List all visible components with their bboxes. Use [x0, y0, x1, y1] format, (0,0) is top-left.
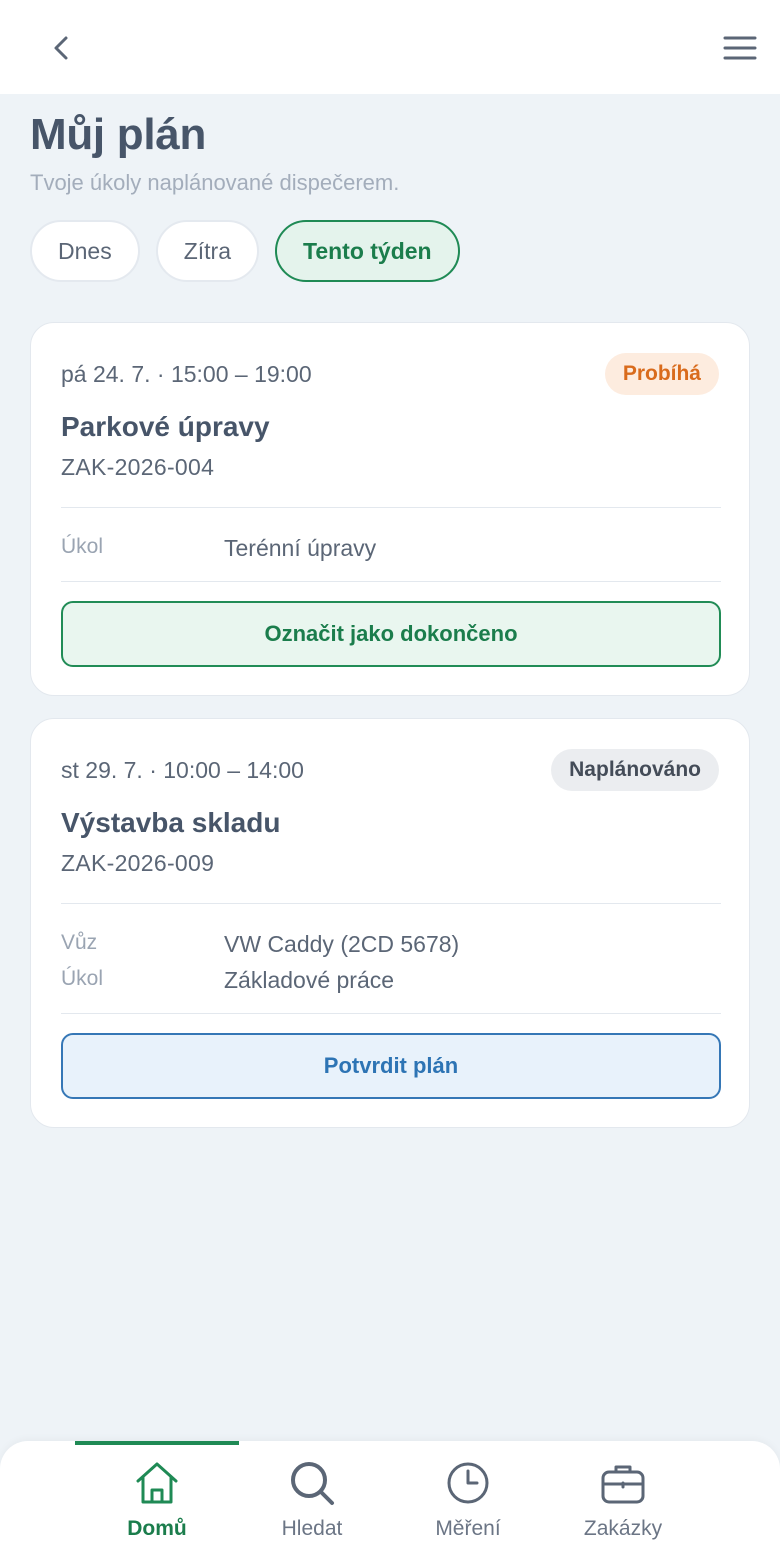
task-title: Výstavba skladu: [61, 807, 281, 838]
back-button[interactable]: [40, 26, 84, 70]
search-icon: [291, 1462, 334, 1505]
chevron-left-icon: [54, 36, 68, 60]
detail-key: Úkol: [61, 967, 104, 990]
nav-label: Hledat: [281, 1517, 343, 1540]
clock-icon: [447, 1462, 489, 1504]
nav-home[interactable]: Domů: [75, 1441, 239, 1560]
filter-today[interactable]: Dnes: [30, 220, 140, 282]
filter-tomorrow[interactable]: Zítra: [155, 220, 259, 282]
page-title: Můj plán: [30, 110, 207, 159]
mark-complete-button[interactable]: Označit jako dokončeno: [61, 601, 721, 667]
nav-measurement[interactable]: Měření: [386, 1441, 550, 1560]
status-badge: Naplánováno: [551, 749, 719, 791]
active-tab-indicator: [75, 1441, 239, 1445]
menu-button[interactable]: [716, 26, 764, 70]
nav-search[interactable]: Hledat: [230, 1441, 394, 1560]
task-code: ZAK-2026-009: [61, 850, 215, 876]
task-code: ZAK-2026-004: [61, 454, 215, 480]
detail-key: Úkol: [61, 535, 104, 558]
date-filter-tabs: Dnes Zítra Tento týden: [30, 220, 460, 282]
nav-label: Měření: [435, 1517, 501, 1540]
status-badge: Probíhá: [604, 353, 719, 395]
top-bar: [0, 0, 780, 94]
task-title: Parkové úpravy: [61, 411, 270, 442]
detail-value: VW Caddy (2CD 5678): [224, 931, 460, 957]
nav-label: Zakázky: [583, 1517, 663, 1540]
divider: [61, 507, 721, 508]
nav-label: Domů: [127, 1517, 187, 1540]
divider: [61, 1013, 721, 1014]
task-time: pá 24. 7. · 15:00 – 19:00: [61, 361, 312, 387]
detail-key: Vůz: [61, 931, 98, 954]
briefcase-icon: [601, 1465, 645, 1504]
divider: [61, 581, 721, 582]
home-icon: [136, 1462, 178, 1504]
nav-orders[interactable]: Zakázky: [541, 1441, 705, 1560]
filter-this-week[interactable]: Tento týden: [274, 220, 460, 282]
task-card: pá 24. 7. · 15:00 – 19:00 Probíhá Parkov…: [30, 322, 750, 696]
task-time: st 29. 7. · 10:00 – 14:00: [61, 757, 304, 783]
hamburger-menu-icon: [723, 36, 757, 60]
divider: [61, 903, 721, 904]
bottom-navigation: Domů Hledat Měření Zakázky: [0, 1441, 780, 1560]
task-card: st 29. 7. · 10:00 – 14:00 Naplánováno Vý…: [30, 718, 750, 1128]
confirm-plan-button[interactable]: Potvrdit plán: [61, 1033, 721, 1099]
detail-value: Základové práce: [224, 967, 395, 993]
page-subtitle: Tvoje úkoly naplánované dispečerem.: [30, 170, 400, 195]
detail-value: Terénní úpravy: [224, 535, 377, 561]
